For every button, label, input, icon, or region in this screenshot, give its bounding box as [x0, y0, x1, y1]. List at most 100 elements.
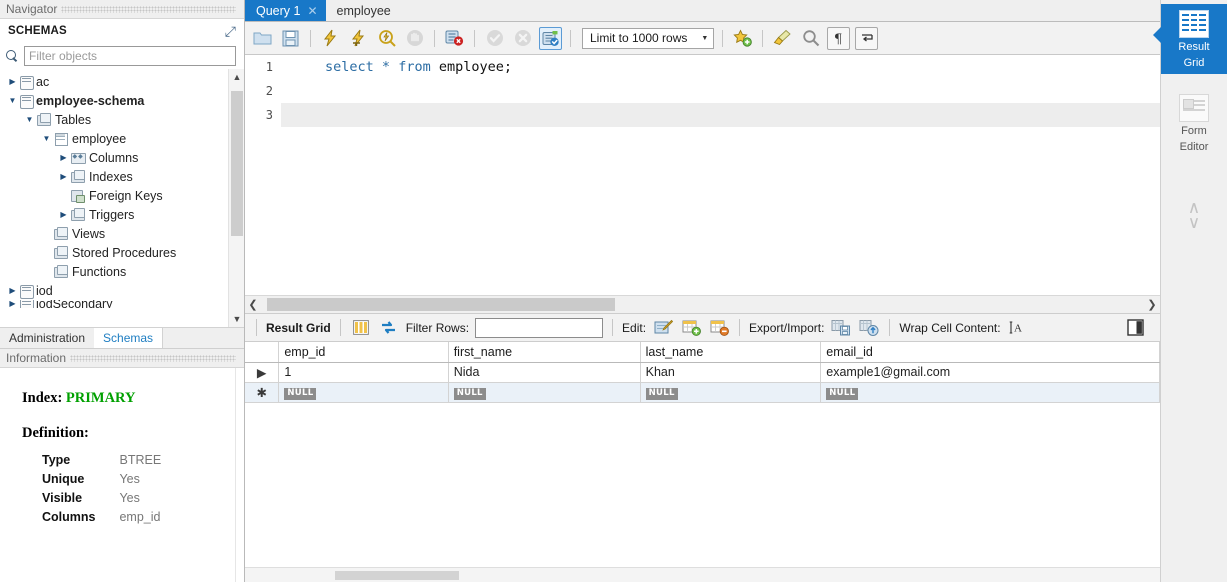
toggle-stop-on-error-icon[interactable]: [443, 27, 466, 50]
form-editor-view-button[interactable]: Form Editor: [1161, 88, 1227, 158]
navigator-tab-administration[interactable]: Administration: [0, 328, 94, 348]
code-line[interactable]: [281, 79, 1160, 103]
grid-cell[interactable]: example1@gmail.com: [820, 362, 1160, 383]
result-grid-container[interactable]: emp_id first_name last_name email_id ▶ 1 Nida…: [245, 342, 1160, 582]
result-grid-horizontal-scrollbar[interactable]: [245, 567, 1160, 582]
execute-statement-icon[interactable]: [319, 27, 342, 50]
grid-column-header[interactable]: emp_id: [278, 342, 449, 363]
filter-objects-input[interactable]: [24, 46, 236, 66]
current-row-marker-icon[interactable]: ▶: [245, 362, 280, 383]
result-grid-view-button[interactable]: Result Grid: [1153, 4, 1227, 75]
delete-row-icon[interactable]: [708, 317, 730, 339]
chevron-up-icon[interactable]: ∧: [1188, 199, 1200, 216]
schema-tree[interactable]: ▶ac▼employee-schema▼Tables▼employee▶Colu…: [0, 69, 228, 327]
beautify-query-icon[interactable]: [771, 27, 794, 50]
tree-item-foreign-keys[interactable]: ▶ Foreign Keys: [0, 186, 228, 205]
save-script-icon[interactable]: [279, 27, 302, 50]
insert-row-icon[interactable]: [680, 317, 702, 339]
grid-cell[interactable]: 1: [278, 362, 449, 383]
scroll-right-icon[interactable]: ❯: [1144, 298, 1160, 311]
toggle-autocommit-icon[interactable]: [539, 26, 562, 50]
tree-item-functions[interactable]: ▶ Functions: [0, 262, 228, 281]
chevron-right-icon[interactable]: ▶: [6, 286, 19, 295]
chevron-right-icon[interactable]: ▶: [57, 210, 70, 219]
explain-statement-icon[interactable]: [375, 27, 398, 50]
refresh-arrows-icon[interactable]: [378, 317, 400, 339]
grid-cell[interactable]: NULL: [278, 382, 449, 403]
table-row[interactable]: ▶ 1 Nida Khan example1@gmail.com: [245, 362, 1160, 383]
grid-cell[interactable]: Khan: [640, 362, 822, 383]
refresh-icon[interactable]: ⤢: [225, 24, 236, 38]
result-grid-table[interactable]: emp_id first_name last_name email_id ▶ 1 Nida…: [245, 342, 1160, 403]
open-script-icon[interactable]: [251, 27, 274, 50]
grid-cell[interactable]: NULL: [640, 382, 822, 403]
tree-item-employee[interactable]: ▼ employee: [0, 129, 228, 148]
editor-tab-query-1[interactable]: Query 1 ✕: [245, 0, 326, 21]
tree-item-columns[interactable]: ▶ Columns: [0, 148, 228, 167]
tree-item-indexes[interactable]: ▶ Indexes: [0, 167, 228, 186]
limit-rows-select[interactable]: Limit to 1000 rows ▼: [582, 27, 715, 49]
table-row[interactable]: ✱ NULL NULL NULL NULL: [245, 382, 1160, 403]
scrollbar-thumb[interactable]: [231, 91, 243, 236]
rollback-icon[interactable]: [511, 27, 534, 50]
navigator-vertical-scrollbar[interactable]: ▲ ▼: [228, 69, 244, 327]
filter-rows-input[interactable]: [475, 317, 604, 338]
tree-item-iod[interactable]: ▶ iod: [0, 281, 228, 300]
tree-item-ac[interactable]: ▶ ac: [0, 72, 228, 91]
stop-execution-icon[interactable]: [403, 27, 426, 50]
grid-cell[interactable]: NULL: [448, 382, 641, 403]
chevron-right-icon[interactable]: ▶: [57, 153, 70, 162]
sql-editor[interactable]: 1 2 3 select * from employee;: [245, 55, 1160, 295]
scroll-up-icon[interactable]: ▲: [229, 69, 244, 85]
tree-item-employee-schema[interactable]: ▼ employee-schema: [0, 91, 228, 110]
grid-columns-icon[interactable]: [350, 317, 372, 339]
chevron-down-icon[interactable]: ▼: [696, 29, 713, 48]
chevron-right-icon[interactable]: ▶: [6, 77, 19, 86]
chevron-right-icon[interactable]: ▶: [57, 172, 70, 181]
grid-cell[interactable]: Nida: [448, 362, 641, 383]
export-recordset-icon[interactable]: [830, 317, 852, 339]
navigator-tabs[interactable]: Administration Schemas: [0, 327, 244, 348]
result-grid-scroll-thumb[interactable]: [335, 571, 459, 580]
chevron-down-icon[interactable]: ▼: [23, 115, 36, 124]
grid-column-header[interactable]: first_name: [448, 342, 641, 363]
find-icon[interactable]: [799, 27, 822, 50]
information-scrollbar[interactable]: [235, 368, 244, 582]
line-number: 2: [265, 84, 273, 98]
code-line[interactable]: [281, 103, 1160, 127]
execute-current-statement-icon[interactable]: [347, 27, 370, 50]
chevron-down-icon[interactable]: ∨: [1188, 214, 1200, 231]
code-line[interactable]: select * from employee;: [281, 55, 1160, 79]
toggle-sidebar-icon[interactable]: [1124, 317, 1146, 339]
wrap-text-icon[interactable]: A: [1007, 317, 1029, 339]
chevron-down-icon[interactable]: ▼: [40, 134, 53, 143]
save-snippet-icon[interactable]: [731, 27, 754, 50]
grid-column-header[interactable]: email_id: [820, 342, 1160, 363]
grid-cell[interactable]: NULL: [820, 382, 1160, 403]
navigator-tab-schemas[interactable]: Schemas: [94, 328, 164, 348]
editor-tab-bar[interactable]: Query 1 ✕ employee: [245, 0, 1160, 22]
toggle-word-wrap-icon[interactable]: [855, 26, 879, 50]
grid-column-header[interactable]: last_name: [640, 342, 822, 363]
commit-icon[interactable]: [483, 27, 506, 50]
new-row-marker-icon[interactable]: ✱: [245, 382, 280, 403]
editor-horizontal-scrollbar[interactable]: ❮ ❯: [245, 295, 1160, 313]
toggle-invisible-chars-icon[interactable]: ¶: [827, 26, 851, 50]
close-icon[interactable]: ✕: [307, 4, 317, 18]
tree-item-tables[interactable]: ▼ Tables: [0, 110, 228, 129]
tree-item-iodsecondary[interactable]: ▶ iodSecondary: [0, 300, 228, 308]
code-area[interactable]: select * from employee;: [281, 55, 1160, 295]
chevron-right-icon[interactable]: ▶: [6, 300, 19, 308]
hscroll-thumb[interactable]: [267, 298, 615, 311]
definition-value: BTREE: [119, 453, 162, 467]
tree-item-triggers[interactable]: ▶ Triggers: [0, 205, 228, 224]
import-recordset-icon[interactable]: [858, 317, 880, 339]
tree-item-views[interactable]: ▶ Views: [0, 224, 228, 243]
tree-item-stored-procedures[interactable]: ▶ Stored Procedures: [0, 243, 228, 262]
scroll-down-icon[interactable]: ▼: [229, 311, 244, 327]
editor-tab-employee[interactable]: employee: [326, 0, 399, 21]
chevron-down-icon[interactable]: ▼: [6, 96, 19, 105]
hscroll-track[interactable]: [261, 296, 1144, 313]
edit-row-icon[interactable]: [652, 317, 674, 339]
scroll-left-icon[interactable]: ❮: [245, 298, 261, 311]
